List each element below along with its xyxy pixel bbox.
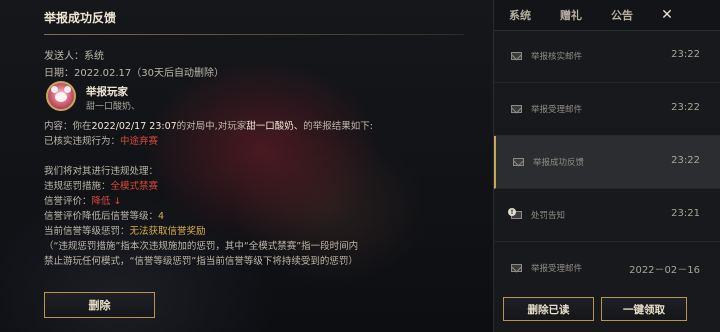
tab-system[interactable]: 系统: [500, 0, 540, 30]
claim-all-button[interactable]: 一键领取: [601, 297, 687, 321]
mail-list-item[interactable]: 举报核实邮件 23:22: [494, 30, 720, 83]
mail-icon: [511, 264, 522, 272]
highlighted-text: 中途弃赛: [120, 136, 159, 147]
mail-body-line: 禁止游玩任何模式，“信誉等级惩罚”指当前信誉等级下将持续受到的惩罚）: [44, 253, 358, 267]
body-text: 信誉评价降低后信誉等级：: [44, 211, 159, 222]
highlighted-text: 全模式禁赛: [110, 181, 159, 192]
mail-body-line: 内容：你在2022/02/17 23:07的对局中,对玩家甜一口酸奶、的举报结果…: [44, 118, 373, 132]
body-text: 的对局中,对玩家: [176, 121, 247, 132]
tab-announcements[interactable]: 公告: [602, 0, 642, 30]
mail-icon: [511, 52, 522, 60]
mail-item-title: 处罚告知: [531, 211, 566, 221]
reporter-avatar: [46, 81, 76, 111]
mail-icon: [513, 158, 524, 166]
mail-item-time: 23:21: [671, 208, 700, 219]
mail-body-line: 违规惩罚措施：全模式禁赛: [44, 178, 158, 192]
mail-icon: [511, 105, 522, 113]
body-text: 信誉评价：: [44, 196, 92, 207]
mail-body-line: 信誉评价降低后信誉等级：4: [44, 208, 164, 222]
mail-body-line: 已核实违规行为：中途弃赛: [44, 133, 158, 147]
mail-body-line: 我们将对其进行违规处理：: [44, 163, 158, 177]
body-text: 已核实违规行为：: [44, 136, 121, 147]
body-text: 的举报结果如下:: [303, 121, 373, 132]
mail-list-item[interactable]: 举报受理邮件 2022－02－16: [494, 242, 720, 286]
mail-body-line: 信誉评价：降低 ↓: [44, 193, 122, 207]
mail-body-line: （“违规惩罚措施”指本次违规施加的惩罚，其中“全模式禁赛”指一段时间内: [44, 238, 358, 252]
body-text: 违规惩罚措施：: [44, 181, 111, 192]
highlighted-text: 4: [158, 211, 165, 222]
date-line: 日期：2022.02.17（30天后自动删除）: [44, 68, 224, 79]
mail-list-item[interactable]: 举报受理邮件 23:22: [494, 83, 720, 136]
body-text: 我们将对其进行违规处理：: [44, 166, 159, 177]
tab-gifts[interactable]: 赠礼: [551, 0, 591, 30]
mail-detail-title: 举报成功反馈: [44, 11, 117, 25]
delete-read-button[interactable]: 删除已读: [503, 297, 594, 321]
title-divider: [44, 34, 464, 35]
mail-item-title: 举报受理邮件: [531, 264, 583, 274]
mail-list: 举报核实邮件 23:22 举报受理邮件 23:22 举报成功反馈 23:22! 处罚告知 23…: [494, 30, 720, 286]
delete-button[interactable]: 删除: [44, 292, 155, 318]
mail-item-time: 2022－02－16: [629, 265, 700, 276]
sender-card-name: 举报玩家: [86, 86, 128, 98]
sender-line: 发送人：系统: [44, 51, 104, 62]
mail-detail: 举报成功反馈 发送人：系统 日期：2022.02.17（30天后自动删除） 举报…: [44, 0, 464, 332]
body-text: 当前信誉等级惩罚：: [44, 226, 130, 237]
mail-item-time: 23:22: [671, 102, 700, 113]
mail-item-title: 举报核实邮件: [531, 52, 583, 62]
close-icon[interactable]: ✕: [656, 0, 678, 30]
sender-card-sub: 甜一口酸奶、: [86, 102, 141, 112]
mail-list-panel: 系统 赠礼 公告 ✕ 举报核实邮件 23:22 举报受理邮件 23:22 举报成功反馈 2…: [493, 0, 720, 332]
highlighted-text: 2022/02/17 23:07: [91, 121, 177, 132]
mail-item-time: 23:22: [671, 49, 700, 60]
body-text: 内容：你在: [44, 121, 92, 132]
mail-list-item[interactable]: 举报成功反馈 23:22: [494, 136, 720, 189]
mail-tabs: 系统 赠礼 公告 ✕: [494, 0, 720, 31]
body-text: （“违规惩罚措施”指本次违规施加的惩罚，其中“全模式禁赛”指一段时间内: [44, 241, 359, 252]
mail-item-title: 举报受理邮件: [531, 105, 583, 115]
mail-item-title: 举报成功反馈: [533, 158, 585, 168]
mail-list-item[interactable]: ! 处罚告知 23:21: [494, 189, 720, 242]
mail-actions: 删除已读 一键领取: [494, 286, 720, 332]
highlighted-text: 无法获取信誉奖励: [129, 226, 206, 237]
mail-body-line: 当前信誉等级惩罚：无法获取信誉奖励: [44, 223, 206, 237]
mail-item-time: 23:22: [671, 155, 700, 166]
highlighted-text: 甜一口酸奶、: [246, 121, 304, 132]
body-text: 禁止游玩任何模式，“信誉等级惩罚”指当前信誉等级下将持续受到的惩罚）: [44, 256, 358, 267]
highlighted-text: 降低 ↓: [91, 196, 122, 207]
warning-mail-icon: !: [508, 208, 522, 220]
